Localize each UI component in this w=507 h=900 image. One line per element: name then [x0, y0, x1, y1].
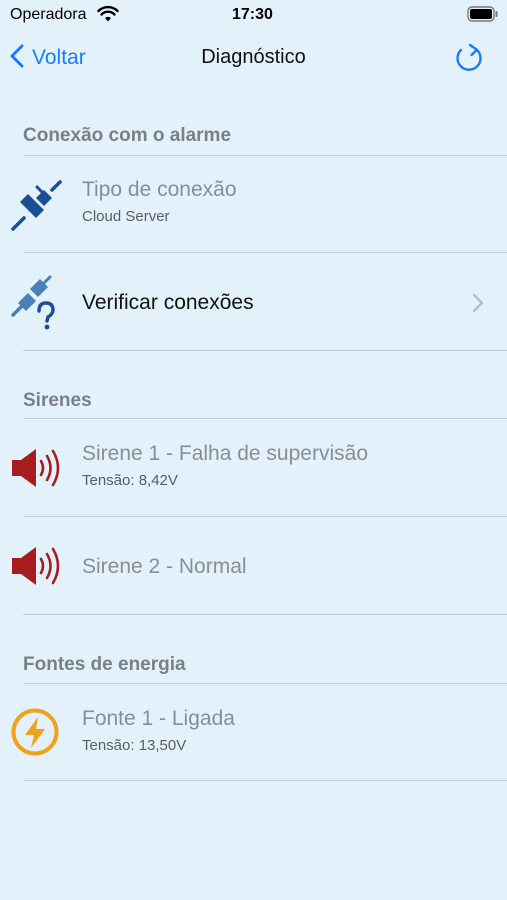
plug-icon — [10, 178, 64, 237]
siren-2-title: Sirene 2 - Normal — [82, 555, 247, 578]
divider — [23, 350, 507, 351]
chevron-right-icon — [472, 293, 484, 318]
divider — [23, 780, 507, 781]
page-title: Diagnóstico — [201, 46, 306, 68]
lightning-icon — [10, 707, 60, 762]
verify-connections-title: Verificar conexões — [82, 291, 254, 314]
connection-type-value: Cloud Server — [82, 208, 170, 225]
speaker-icon — [10, 544, 64, 593]
speaker-icon — [10, 446, 64, 495]
wifi-icon — [97, 5, 119, 28]
power-source-1-row: Fonte 1 - Ligada Tensão: 13,50V — [0, 684, 507, 780]
plug-question-icon — [10, 275, 64, 336]
connection-type-title: Tipo de conexão — [82, 178, 237, 201]
refresh-button[interactable] — [452, 41, 486, 80]
section-header-sirens: Sirenes — [23, 390, 92, 411]
refresh-icon — [452, 43, 486, 79]
carrier-label: Operadora — [10, 6, 87, 23]
section-header-connection: Conexão com o alarme — [23, 125, 232, 146]
status-bar: Operadora 17:30 — [0, 0, 507, 32]
power-source-1-title: Fonte 1 - Ligada — [82, 707, 235, 730]
siren-1-row: Sirene 1 - Falha de supervisão Tensão: 8… — [0, 419, 507, 516]
navigation-bar: Voltar Diagnóstico — [0, 32, 507, 88]
connection-type-row: Tipo de conexão Cloud Server — [0, 156, 507, 252]
divider — [23, 614, 507, 615]
verify-connections-row[interactable]: Verificar conexões — [0, 253, 507, 350]
siren-1-title: Sirene 1 - Falha de supervisão — [82, 442, 368, 465]
section-header-power: Fontes de energia — [23, 654, 186, 675]
siren-1-voltage: Tensão: 8,42V — [82, 472, 178, 489]
clock: 17:30 — [232, 6, 273, 23]
battery-icon — [467, 6, 499, 27]
siren-2-row: Sirene 2 - Normal — [0, 517, 507, 614]
power-source-1-voltage: Tensão: 13,50V — [82, 737, 187, 754]
